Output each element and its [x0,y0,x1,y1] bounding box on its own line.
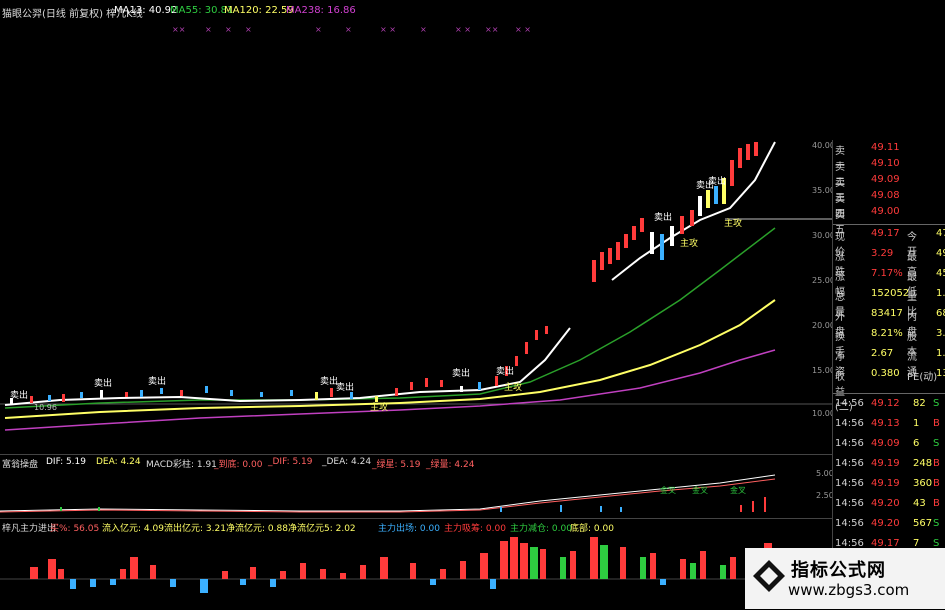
stat-value2: 1.8 [936,348,945,359]
stat-value2: 47 [936,228,945,239]
svg-text:卖出: 卖出 [94,377,112,389]
svg-text:×: × [205,25,212,34]
quote-panel[interactable]: 卖一 49.11 卖二 49.10 卖三 49.09 卖四 49.08 卖五 49.00 现价 49… [832,140,945,609]
svg-text:××: ×× [172,25,185,34]
tick-time: 14:56 [835,518,864,529]
site-watermark: 指标公式网 www.zbgs3.com [745,548,945,609]
sell-level-price: 49.10 [871,158,900,169]
sell-level-price: 49.09 [871,174,900,185]
svg-text:卖出: 卖出 [708,175,726,187]
macd-dif: DIF: 5.19 [46,457,86,467]
svg-text:主攻: 主攻 [680,237,698,249]
tick-volume: 567 [913,518,933,529]
macd-k2: _DIF: 5.19 [268,457,313,467]
chart-header: 猫眼公羿(日线 前复权) 梓几K线 MA13: 40.92 MA55: 30.8… [0,0,535,20]
stat-value: 0.380 [871,368,900,379]
tick-time: 14:56 [835,458,864,469]
tick-time: 14:56 [835,418,864,429]
tick-side: S [933,398,940,409]
macd-dea: DEA: 4.24 [96,457,141,467]
macd-panel[interactable]: 富翁操盘 DIF: 5.19 DEA: 4.24 MACD彩柱: 1.91 _到… [0,454,834,517]
tick-price: 49.20 [871,518,900,529]
stat-value2: 49 [936,248,945,259]
tick-price: 49.12 [871,398,900,409]
ma120-label: MA120: 22.59 [224,5,294,16]
stat-value: 3.29 [871,248,894,259]
tick-volume: 43 [913,498,926,509]
tick-price: 49.09 [871,438,900,449]
stat-value: 152052 [871,288,910,299]
tick-side: S [933,518,940,529]
tick-side: B [933,418,940,429]
tick-volume: 360 [913,478,933,489]
svg-text:卖出: 卖出 [336,381,354,393]
svg-text:×: × [315,25,322,34]
tick-time: 14:56 [835,478,864,489]
stat-value2: 68 [936,308,945,319]
svg-text:主攻: 主攻 [724,217,742,229]
site-logo-icon [753,560,785,592]
tick-divider [833,393,945,394]
stat-value2: 3.0 [936,328,945,339]
tick-volume: 248 [913,458,933,469]
watermark-url: www.zbgs3.com [788,581,910,599]
stat-value: 8.21% [871,328,903,339]
flow-chart [0,537,832,593]
tick-time: 14:56 [835,398,864,409]
tick-volume: 1 [913,418,920,429]
flow-panel[interactable]: 梓凡主力进出 买%: 56.05 流入亿元: 4.09 流出亿元: 3.21 净… [0,518,832,610]
tick-price: 49.20 [871,498,900,509]
tick-price: 49.13 [871,418,900,429]
svg-text:卖出: 卖出 [148,375,166,387]
tick-side: B [933,498,940,509]
stat-value: 2.67 [871,348,894,359]
svg-text:×: × [345,25,352,34]
svg-text:金叉: 金叉 [730,485,746,495]
price-chart[interactable]: ×× × × × × × × × × × × ×× × × 卖出 卖出 卖出 卖… [0,20,832,452]
tick-price: 49.19 [871,478,900,489]
ma13-label: MA13: 40.92 [114,5,178,16]
tick-price: 49.19 [871,458,900,469]
svg-text:× ×: × × [515,25,531,34]
svg-text:卖出: 卖出 [452,367,470,379]
sell-level-price: 49.00 [871,206,900,217]
stat-value: 49.17 [871,228,900,239]
stat-label2: PE(动) [907,372,938,383]
stat-value2: 1. [936,288,945,299]
attack-tag: 主攻 [370,401,388,413]
ma238-label: MA238: 16.86 [286,5,356,16]
stat-value2: 13 [936,368,945,379]
svg-text:××: ×× [485,25,498,34]
svg-text:×: × [420,25,427,34]
stat-value2: 45 [936,268,945,279]
svg-text:×: × [225,25,232,34]
tick-volume: 82 [913,398,926,409]
tick-side: S [933,438,940,449]
svg-text:卖出: 卖出 [496,365,514,377]
sell-level-price: 49.08 [871,190,900,201]
macd-k3: _DEA: 4.24 [322,457,372,467]
svg-text:主攻: 主攻 [504,381,522,393]
tick-time: 14:56 [835,498,864,509]
svg-text:×: × [245,25,252,34]
svg-text:卖出: 卖出 [654,211,672,223]
stat-value: 7.17% [871,268,903,279]
tick-volume: 6 [913,438,920,449]
watermark-title: 指标公式网 [791,560,886,581]
tick-time: 14:56 [835,438,864,449]
sell-tag: 卖出 [10,389,28,401]
tick-side: B [933,478,940,489]
svg-text:金叉: 金叉 [692,485,708,495]
quote-divider [833,224,945,225]
low-marker: 10.96 [34,403,57,412]
svg-text:金叉: 金叉 [660,485,676,495]
svg-text:× ×: × × [380,25,396,34]
stat-value: 83417 [871,308,903,319]
svg-text:× ×: × × [455,25,471,34]
sell-level-price: 49.11 [871,142,900,153]
macd-chart: 金叉 金叉 金叉 [0,474,776,513]
tick-side: B [933,458,940,469]
